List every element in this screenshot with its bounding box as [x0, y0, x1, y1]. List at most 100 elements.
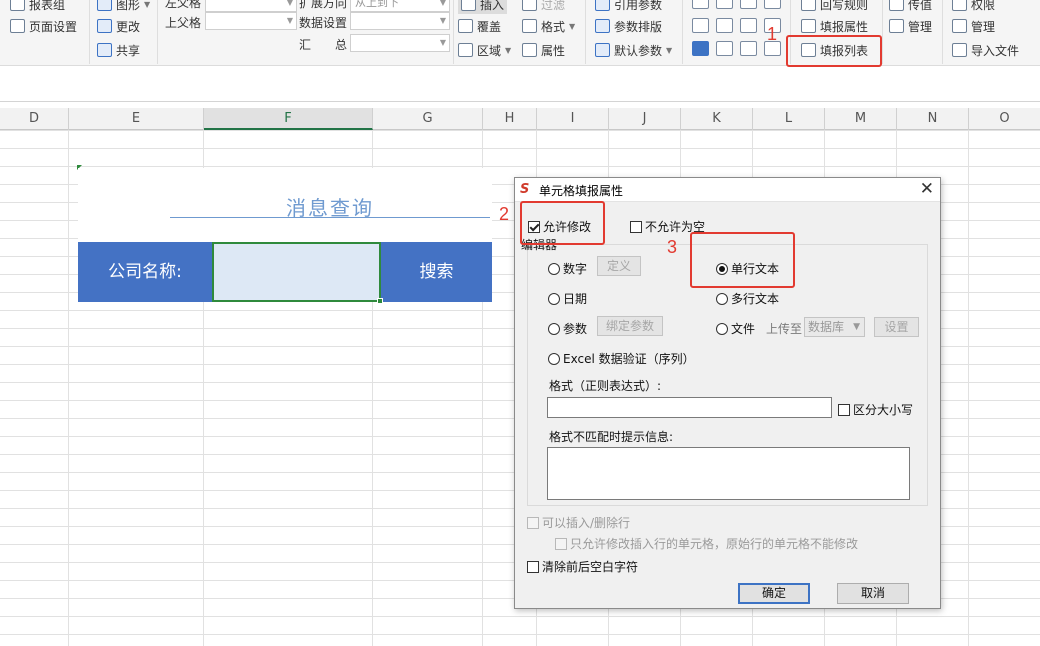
check-widget-button[interactable]	[692, 41, 709, 56]
column-header-j[interactable]: J	[609, 108, 681, 130]
case-sensitive-checkbox[interactable]: 区分大小写	[838, 401, 913, 418]
expand-direction-select[interactable]: 从上到下 ▼	[350, 0, 450, 12]
combo-widget-button[interactable]	[692, 0, 709, 9]
ok-button[interactable]: 确定	[738, 583, 810, 604]
not-empty-label: 不允许为空	[645, 220, 706, 234]
report-group-label: 报表组	[29, 0, 66, 12]
graphic-button[interactable]: 图形 ▼	[97, 0, 150, 14]
default-param-label: 默认参数	[614, 43, 663, 58]
column-header-i[interactable]: I	[537, 108, 609, 130]
summary-select[interactable]: ▼	[350, 34, 450, 52]
column-header-e[interactable]: E	[69, 108, 204, 130]
search-button[interactable]: 搜索	[381, 242, 492, 302]
param-radio[interactable]: 参数	[548, 320, 587, 337]
page-setup-button[interactable]: 页面设置	[10, 16, 77, 36]
left-parent-select[interactable]: ▼	[205, 0, 297, 12]
cell-fill-attribute-dialog: S 单元格填报属性 ✕ 允许修改 不允许为空 编辑器 数字 定义 日期 参数 绑…	[514, 177, 941, 609]
regex-input[interactable]	[547, 397, 832, 418]
not-empty-checkbox[interactable]: 不允许为空	[630, 218, 705, 235]
bind-param-button[interactable]: 绑定参数	[597, 316, 663, 336]
date-radio[interactable]: 日期	[548, 290, 587, 307]
annotation-number-1: 1	[767, 24, 778, 44]
data-setting-select[interactable]: ▼	[350, 12, 450, 30]
chevron-down-icon: ▼	[286, 0, 293, 7]
mismatch-tip-label: 格式不匹配时提示信息:	[549, 430, 674, 444]
only-inserted-rows-checkbox[interactable]: 只允许修改插入行的单元格，原始行的单元格不能修改	[555, 535, 858, 552]
column-header-h[interactable]: H	[483, 108, 537, 130]
default-param-icon	[595, 43, 610, 57]
textarea-widget-button[interactable]	[716, 18, 733, 33]
default-param-button[interactable]: 默认参数 ▼	[595, 40, 672, 60]
multi-line-label: 多行文本	[731, 292, 780, 306]
define-button[interactable]: 定义	[597, 256, 641, 276]
manage-button[interactable]: 管理	[889, 16, 932, 36]
column-header-l[interactable]: L	[753, 108, 825, 130]
column-header-m[interactable]: M	[825, 108, 897, 130]
checkbox-widget-button[interactable]	[740, 0, 757, 9]
insert-button[interactable]: 插入	[458, 0, 508, 14]
import-file-button[interactable]: 导入文件	[952, 40, 1019, 60]
region-button[interactable]: 区域 ▼	[458, 40, 511, 60]
chevron-down-icon: ▼	[439, 0, 446, 7]
expand-direction-label: 扩展方向	[299, 0, 348, 10]
edit-widget-button[interactable]	[740, 41, 757, 56]
editor-group-label: 编辑器	[521, 238, 558, 252]
company-name-cell[interactable]	[212, 242, 383, 304]
share-button[interactable]: 共享	[97, 40, 140, 60]
chevron-down-icon: ▼	[505, 45, 512, 55]
share-icon	[97, 43, 112, 57]
cancel-button[interactable]: 取消	[837, 583, 909, 604]
column-header-g[interactable]: G	[373, 108, 483, 130]
chevron-down-icon: ▼	[286, 16, 293, 25]
ref-param-button[interactable]: 引用参数	[595, 0, 662, 14]
param-layout-button[interactable]: 参数排版	[595, 16, 662, 36]
setting-button[interactable]: 设置	[874, 317, 919, 337]
filter-label: 过滤	[541, 0, 566, 12]
share-label: 共享	[116, 43, 141, 58]
dialog-titlebar[interactable]: S 单元格填报属性 ✕	[515, 178, 940, 202]
style-button[interactable]: 格式 ▼	[522, 16, 575, 36]
upper-parent-select[interactable]: ▼	[205, 12, 297, 30]
write-rule-button[interactable]: 回写规则	[801, 0, 868, 14]
case-sensitive-label: 区分大小写	[853, 403, 914, 417]
multi-line-radio[interactable]: 多行文本	[716, 290, 779, 307]
report-area: 消息查询 公司名称: 搜索	[78, 168, 492, 304]
permission-button[interactable]: 权限	[952, 0, 995, 14]
cover-button[interactable]: 覆盖	[458, 16, 501, 36]
attribute-button[interactable]: 属性	[522, 40, 565, 60]
mismatch-tip-textarea[interactable]	[547, 447, 910, 500]
dropdown-widget-button[interactable]	[716, 0, 733, 9]
transfer-button[interactable]: 传值	[889, 0, 932, 14]
column-header-d[interactable]: D	[0, 108, 69, 130]
insert-delete-rows-checkbox[interactable]: 可以插入/删除行	[527, 514, 630, 531]
column-header-k[interactable]: K	[681, 108, 753, 130]
ribbon-toolbar: 报表组 页面设置 图形 ▼ 更改 共享 左父格 ▼ 上父格 ▼ 扩展方向 从上到…	[0, 0, 1040, 66]
attribute-label: 属性	[541, 43, 566, 58]
change-button[interactable]: 更改	[97, 16, 140, 36]
page-setup-icon	[10, 19, 25, 33]
upload-target-select[interactable]: 数据库 ▼	[804, 317, 865, 337]
ribbon-divider	[585, 0, 586, 64]
ref-param-label: 引用参数	[614, 0, 663, 12]
report-group-button[interactable]: 报表组	[10, 0, 65, 14]
report-title: 消息查询	[170, 192, 490, 220]
column-header-f[interactable]: F	[204, 108, 373, 130]
close-icon[interactable]: ✕	[920, 179, 934, 199]
filter-button[interactable]: 过滤	[522, 0, 565, 14]
image-widget-button[interactable]	[740, 18, 757, 33]
number-radio[interactable]: 数字	[548, 260, 587, 277]
radio-widget-button[interactable]	[716, 41, 733, 56]
manage2-button[interactable]: 管理	[952, 16, 995, 36]
ribbon-divider	[453, 0, 454, 64]
fill-attr-button[interactable]: 填报属性	[801, 16, 868, 36]
text-widget-button[interactable]	[692, 18, 709, 33]
excel-validation-radio[interactable]: Excel 数据验证（序列）	[548, 350, 695, 367]
column-header-o[interactable]: O	[969, 108, 1040, 130]
single-line-radio[interactable]: 单行文本	[716, 260, 779, 277]
fill-list-button[interactable]: 填报列表	[801, 40, 868, 60]
allow-modify-checkbox[interactable]: 允许修改	[528, 218, 591, 235]
file-radio[interactable]: 文件	[716, 320, 755, 337]
column-header-n[interactable]: N	[897, 108, 969, 130]
trim-whitespace-checkbox[interactable]: 清除前后空白字符	[527, 558, 638, 575]
file-widget-button[interactable]	[764, 0, 781, 9]
